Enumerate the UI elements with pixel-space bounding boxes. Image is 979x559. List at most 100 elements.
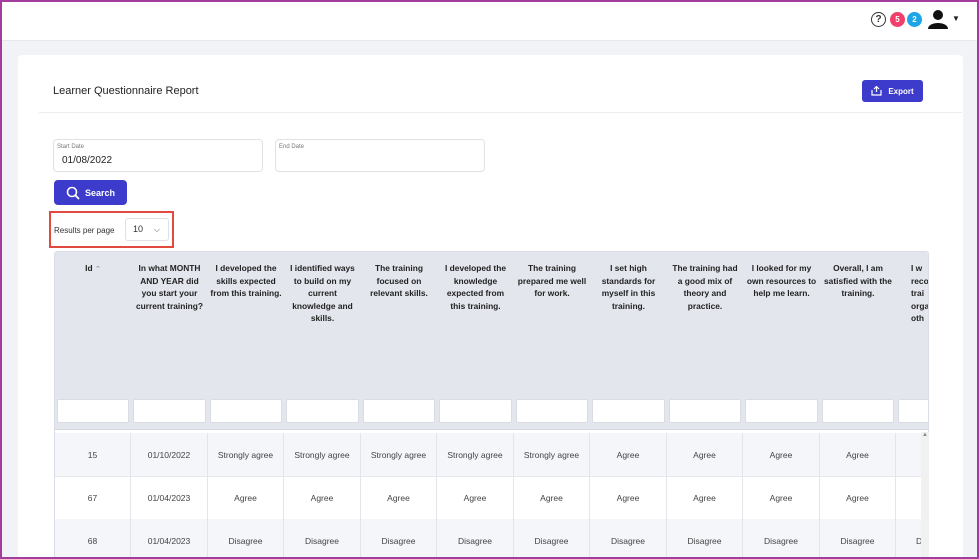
column-filter-input[interactable] (363, 399, 435, 423)
table-cell: Agree (820, 476, 896, 519)
column-header[interactable]: Id ⌃ (55, 252, 131, 429)
table-cell: Agree (667, 476, 743, 519)
column-header[interactable]: Overall, I am satisfied with the trainin… (820, 252, 896, 429)
column-filter-input[interactable] (592, 399, 665, 423)
vertical-scrollbar[interactable] (921, 432, 929, 559)
page-title: Learner Questionnaire Report (53, 85, 199, 97)
table-cell: Disagree (284, 519, 361, 559)
column-header[interactable]: In what MONTH AND YEAR did you start you… (131, 252, 208, 429)
table-cell: Agree (284, 476, 361, 519)
table-row: 67 01/04/2023 Agree Agree Agree Agree Agree Agr… (55, 476, 928, 520)
start-date-label: Start Date (57, 144, 85, 150)
table-cell: 67 (55, 476, 131, 519)
top-bar: ? 5 2 ▼ (0, 0, 979, 41)
column-title: The training prepared me well for work. (517, 263, 587, 299)
export-icon (871, 86, 882, 96)
column-filter-input[interactable] (210, 399, 282, 423)
table-cell: Disagree (514, 519, 590, 559)
search-button[interactable]: Search (54, 180, 127, 205)
help-icon[interactable]: ? (871, 12, 886, 27)
column-filter-input[interactable] (669, 399, 741, 423)
column-filter-input[interactable] (745, 399, 818, 423)
table-cell: 01/10/2022 (131, 433, 208, 476)
questionnaire-table: Id ⌃ In what MONTH AND YEAR did you star… (54, 251, 929, 559)
column-filter-input[interactable] (898, 399, 928, 423)
table-cell: Disagree (361, 519, 437, 559)
table-cell: Agree (437, 476, 514, 519)
column-title: I identified ways to build on my current… (290, 263, 355, 324)
table-cell: Agree (743, 433, 820, 476)
export-label: Export (888, 86, 914, 96)
start-date-field[interactable]: Start Date 01/08/2022 (53, 139, 263, 172)
notification-badge[interactable]: 5 (890, 12, 905, 27)
table-header: Id ⌃ In what MONTH AND YEAR did you star… (55, 252, 928, 430)
column-title: Overall, I am satisfied with the trainin… (824, 263, 892, 299)
column-filter-input[interactable] (57, 399, 129, 423)
end-date-field[interactable]: End Date (275, 139, 485, 172)
table-cell: Disagree (743, 519, 820, 559)
table-cell: Strongly agree (284, 433, 361, 476)
search-label: Search (84, 187, 116, 198)
results-per-page-select[interactable]: 10 ⌵ (125, 218, 169, 241)
start-date-value: 01/08/2022 (62, 155, 113, 166)
table-cell: Agree (743, 476, 820, 519)
table-cell: Agree (361, 476, 437, 519)
table-row: 68 01/04/2023 Disagree Disagree Disagree Disa… (55, 519, 928, 559)
column-title: I w recom trai organi oth (911, 263, 929, 324)
column-filter-input[interactable] (439, 399, 512, 423)
divider (39, 112, 962, 113)
column-header[interactable]: I identified ways to build on my current… (284, 252, 361, 429)
column-header[interactable]: I w recom trai organi oth (896, 252, 929, 429)
table-cell: Agree (514, 476, 590, 519)
column-header[interactable]: The training prepared me well for work. (514, 252, 590, 429)
column-title: I looked for my own resources to help me… (746, 263, 817, 299)
scroll-up-icon[interactable]: ▲ (922, 432, 928, 438)
table-cell: Agree (590, 433, 667, 476)
table-cell: 68 (55, 519, 131, 559)
table-cell: 15 (55, 433, 131, 476)
export-button[interactable]: Export (862, 80, 923, 102)
table-cell: Disagree (590, 519, 667, 559)
table-cell: Agree (820, 433, 896, 476)
column-title: I developed the skills expected from thi… (210, 263, 282, 299)
chevron-down-icon: ⌵ (153, 225, 160, 234)
column-filter-input[interactable] (286, 399, 359, 423)
table-cell: Strongly agree (361, 433, 437, 476)
sort-up-icon[interactable]: ⌃ (95, 266, 101, 273)
table-cell: Disagree (820, 519, 896, 559)
user-avatar-icon[interactable] (928, 9, 948, 29)
table-cell: Agree (667, 433, 743, 476)
table-cell: Agree (208, 476, 284, 519)
column-title: In what MONTH AND YEAR did you start you… (135, 263, 203, 311)
table-cell: Strongly agree (514, 433, 590, 476)
column-title: The training had a good mix of theory an… (672, 263, 738, 311)
column-title: The training focused on relevant skills. (370, 263, 428, 299)
column-filter-input[interactable] (516, 399, 588, 423)
column-header[interactable]: The training focused on relevant skills. (361, 252, 437, 429)
table-cell: Disagree (667, 519, 743, 559)
column-header[interactable]: The training had a good mix of theory an… (667, 252, 743, 429)
column-title: I developed the knowledge expected from … (445, 263, 506, 311)
results-per-page-value: 10 (133, 224, 144, 234)
column-title: Id (85, 263, 93, 273)
column-header[interactable]: I set high standards for myself in this … (590, 252, 667, 429)
table-cell: Disagree (437, 519, 514, 559)
table-cell: 01/04/2023 (131, 519, 208, 559)
table-cell: Strongly agree (208, 433, 284, 476)
table-cell: Strongly agree (437, 433, 514, 476)
message-badge[interactable]: 2 (907, 12, 922, 27)
column-header[interactable]: I looked for my own resources to help me… (743, 252, 820, 429)
end-date-label: End Date (279, 144, 305, 150)
table-cell: Disagree (208, 519, 284, 559)
column-header[interactable]: I developed the skills expected from thi… (208, 252, 284, 429)
table-cell: 01/04/2023 (131, 476, 208, 519)
search-icon (66, 186, 80, 200)
chevron-down-icon[interactable]: ▼ (952, 14, 960, 23)
column-title: I set high standards for myself in this … (601, 263, 656, 311)
column-filter-input[interactable] (822, 399, 894, 423)
column-filter-input[interactable] (133, 399, 206, 423)
table-cell: Agree (590, 476, 667, 519)
column-header[interactable]: I developed the knowledge expected from … (437, 252, 514, 429)
results-per-page-label: Results per page (54, 226, 115, 235)
table-row: 15 01/10/2022 Strongly agree Strongly agree… (55, 433, 928, 477)
